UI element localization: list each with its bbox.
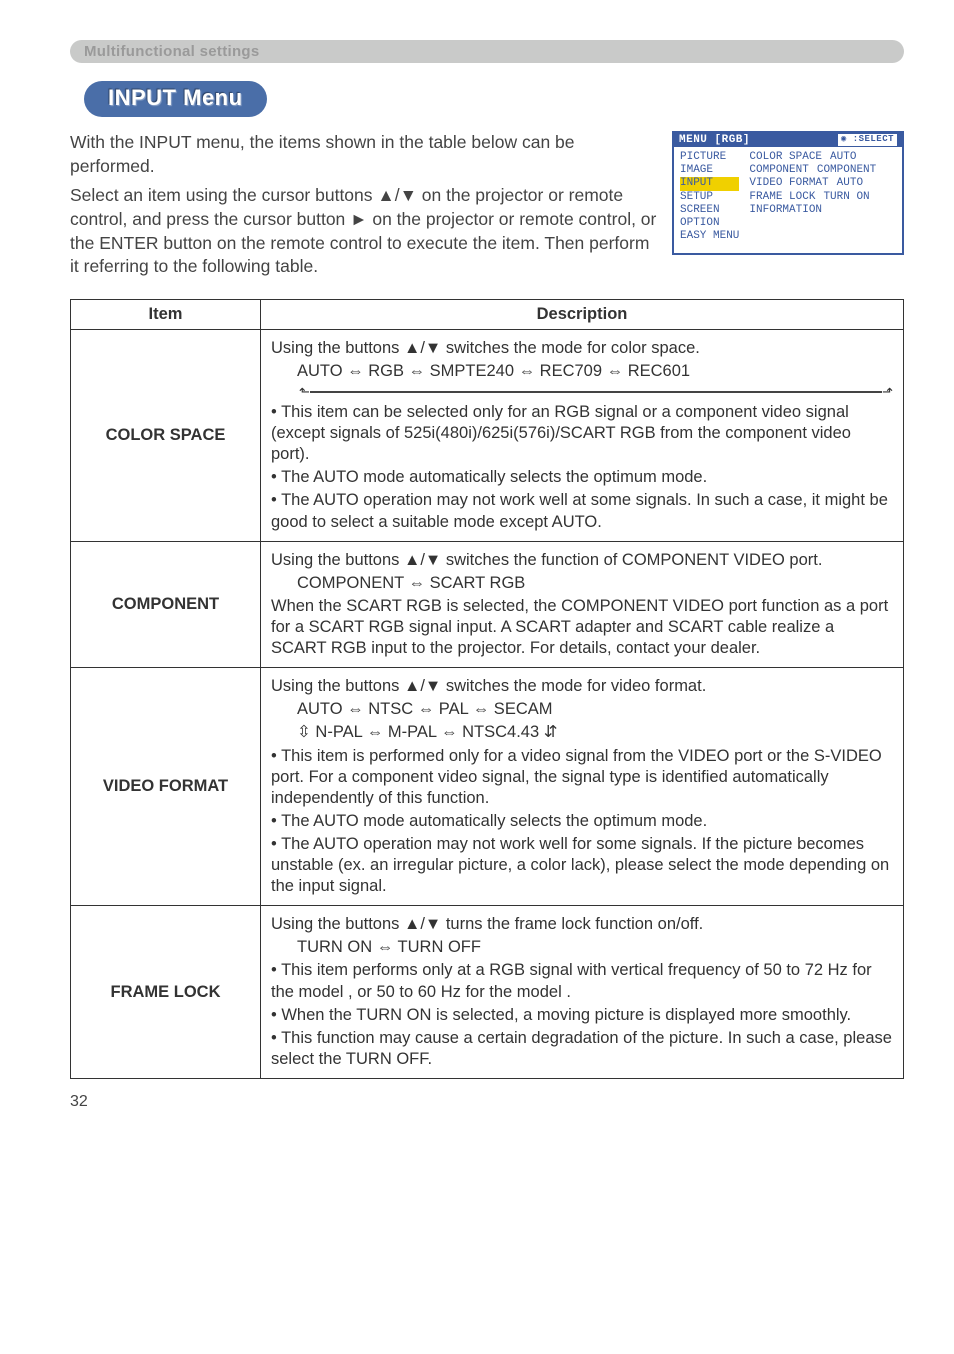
osd-titlebar: MENU [RGB] ◉ :SELECT	[674, 133, 902, 147]
cs-b2: • The AUTO mode automatically selects th…	[271, 467, 893, 488]
up-down-arrows: ▲/▼	[404, 677, 441, 695]
osd-key: INFORMATION	[749, 204, 822, 217]
osd-val: COMPONENT	[817, 164, 876, 177]
osd-key: VIDEO FORMAT	[749, 177, 828, 190]
table-row: COMPONENT Using the buttons ▲/▼ switches…	[71, 541, 904, 668]
intro-p2: Select an item using the cursor buttons …	[70, 184, 658, 279]
settings-table: Item Description COLOR SPACE Using the b…	[70, 299, 904, 1079]
osd-item: PICTURE	[680, 151, 739, 164]
fl-line1: Using the buttons ▲/▼ turns the frame lo…	[271, 914, 893, 935]
osd-row: COLOR SPACE AUTO	[749, 151, 896, 164]
osd-right-col: COLOR SPACE AUTO COMPONENT COMPONENT VIDEO…	[749, 151, 896, 243]
vf-b3: • The AUTO operation may not work well f…	[271, 834, 893, 897]
line	[310, 391, 882, 392]
desc-component: Using the buttons ▲/▼ switches the funct…	[261, 541, 904, 668]
cycle-arrow-line: ⬑⬏	[299, 384, 893, 400]
comp-p1: When the SCART RGB is selected, the COMP…	[271, 596, 893, 659]
osd-key: COMPONENT	[749, 164, 808, 177]
desc-video-format: Using the buttons ▲/▼ switches the mode …	[261, 668, 904, 906]
comp-options: COMPONENT ⇔ SCART RGB	[297, 573, 893, 594]
menu-title-pill: INPUT Menu	[84, 81, 267, 117]
vf-options-1: AUTO ⇔ NTSC ⇔ PAL ⇔ SECAM	[297, 699, 893, 720]
cs-options: AUTO ⇔ RGB ⇔ SMPTE240 ⇔ REC709 ⇔ REC601	[297, 361, 893, 382]
text: Using the buttons	[271, 915, 404, 933]
header-description: Description	[261, 299, 904, 329]
osd-val: AUTO	[837, 177, 863, 190]
fl-b2: • When the TURN ON is selected, a moving…	[271, 1005, 893, 1026]
osd-row: COMPONENT COMPONENT	[749, 164, 896, 177]
osd-select-label: :SELECT	[853, 134, 894, 144]
up-down-arrows: ▲/▼	[404, 551, 441, 569]
vf-line1: Using the buttons ▲/▼ switches the mode …	[271, 676, 893, 697]
text: switches the mode for video format.	[441, 677, 706, 695]
osd-item: IMAGE	[680, 164, 739, 177]
desc-frame-lock: Using the buttons ▲/▼ turns the frame lo…	[261, 906, 904, 1079]
section-band: Multifunctional settings	[70, 40, 904, 63]
fl-options: TURN ON ⇔ TURN OFF	[297, 937, 893, 958]
fl-b1: • This item performs only at a RGB signa…	[271, 960, 893, 1002]
intro-row: With the INPUT menu, the items shown in …	[70, 131, 904, 285]
intro-text: With the INPUT menu, the items shown in …	[70, 131, 658, 285]
table-row: VIDEO FORMAT Using the buttons ▲/▼ switc…	[71, 668, 904, 906]
desc-color-space: Using the buttons ▲/▼ switches the mode …	[261, 329, 904, 541]
osd-item: SETUP	[680, 191, 739, 204]
osd-item: SCREEN	[680, 204, 739, 217]
osd-item: EASY MENU	[680, 230, 739, 243]
text: switches the mode for color space.	[441, 339, 700, 357]
table-row: COLOR SPACE Using the buttons ▲/▼ switch…	[71, 329, 904, 541]
up-down-arrows: ▲/▼	[404, 339, 441, 357]
osd-row: FRAME LOCK TURN ON	[749, 191, 896, 204]
osd-val: AUTO	[830, 151, 856, 164]
text: turns the frame lock function on/off.	[441, 915, 703, 933]
cs-line1: Using the buttons ▲/▼ switches the mode …	[271, 338, 893, 359]
cs-b1: • This item can be selected only for an …	[271, 402, 893, 465]
osd-body: PICTURE IMAGE INPUT SETUP SCREEN OPTION …	[674, 147, 902, 253]
uparrow-icon: ⬑	[299, 384, 310, 400]
osd-item-highlighted: INPUT	[680, 177, 739, 190]
table-row: FRAME LOCK Using the buttons ▲/▼ turns t…	[71, 906, 904, 1079]
osd-preview: MENU [RGB] ◉ :SELECT PICTURE IMAGE INPUT…	[672, 131, 904, 255]
vf-options-2: ⇳ N-PAL ⇔ M-PAL ⇔ NTSC4.43 ⇵	[297, 722, 893, 743]
item-component: COMPONENT	[71, 541, 261, 668]
right-arrow: ►	[350, 209, 367, 229]
intro-p1: With the INPUT menu, the items shown in …	[70, 131, 658, 178]
osd-title-right: ◉ :SELECT	[838, 134, 897, 146]
osd-row: VIDEO FORMAT AUTO	[749, 177, 896, 190]
table-header-row: Item Description	[71, 299, 904, 329]
item-frame-lock: FRAME LOCK	[71, 906, 261, 1079]
text: Using the buttons	[271, 677, 404, 695]
osd-row: INFORMATION	[749, 204, 896, 217]
text: switches the function of COMPONENT VIDEO…	[441, 551, 822, 569]
osd-item: OPTION	[680, 217, 739, 230]
text: Using the buttons	[271, 339, 404, 357]
vf-b1: • This item is performed only for a vide…	[271, 746, 893, 809]
osd-key: COLOR SPACE	[749, 151, 822, 164]
osd-title-left: MENU [RGB]	[679, 134, 750, 146]
item-color-space: COLOR SPACE	[71, 329, 261, 541]
intro-p2-a: Select an item using the cursor buttons	[70, 185, 377, 205]
comp-line1: Using the buttons ▲/▼ switches the funct…	[271, 550, 893, 571]
up-down-arrows: ▲/▼	[377, 185, 417, 205]
header-item: Item	[71, 299, 261, 329]
osd-left-col: PICTURE IMAGE INPUT SETUP SCREEN OPTION …	[680, 151, 739, 243]
page-number: 32	[70, 1093, 904, 1111]
item-video-format: VIDEO FORMAT	[71, 668, 261, 906]
up-down-arrows: ▲/▼	[404, 915, 441, 933]
osd-val: TURN ON	[823, 191, 869, 204]
text: Using the buttons	[271, 551, 404, 569]
cs-b3: • The AUTO operation may not work well a…	[271, 490, 893, 532]
osd-key: FRAME LOCK	[749, 191, 815, 204]
vf-b2: • The AUTO mode automatically selects th…	[271, 811, 893, 832]
fl-b3: • This function may cause a certain degr…	[271, 1028, 893, 1070]
uparrow-icon: ⬏	[882, 384, 893, 400]
